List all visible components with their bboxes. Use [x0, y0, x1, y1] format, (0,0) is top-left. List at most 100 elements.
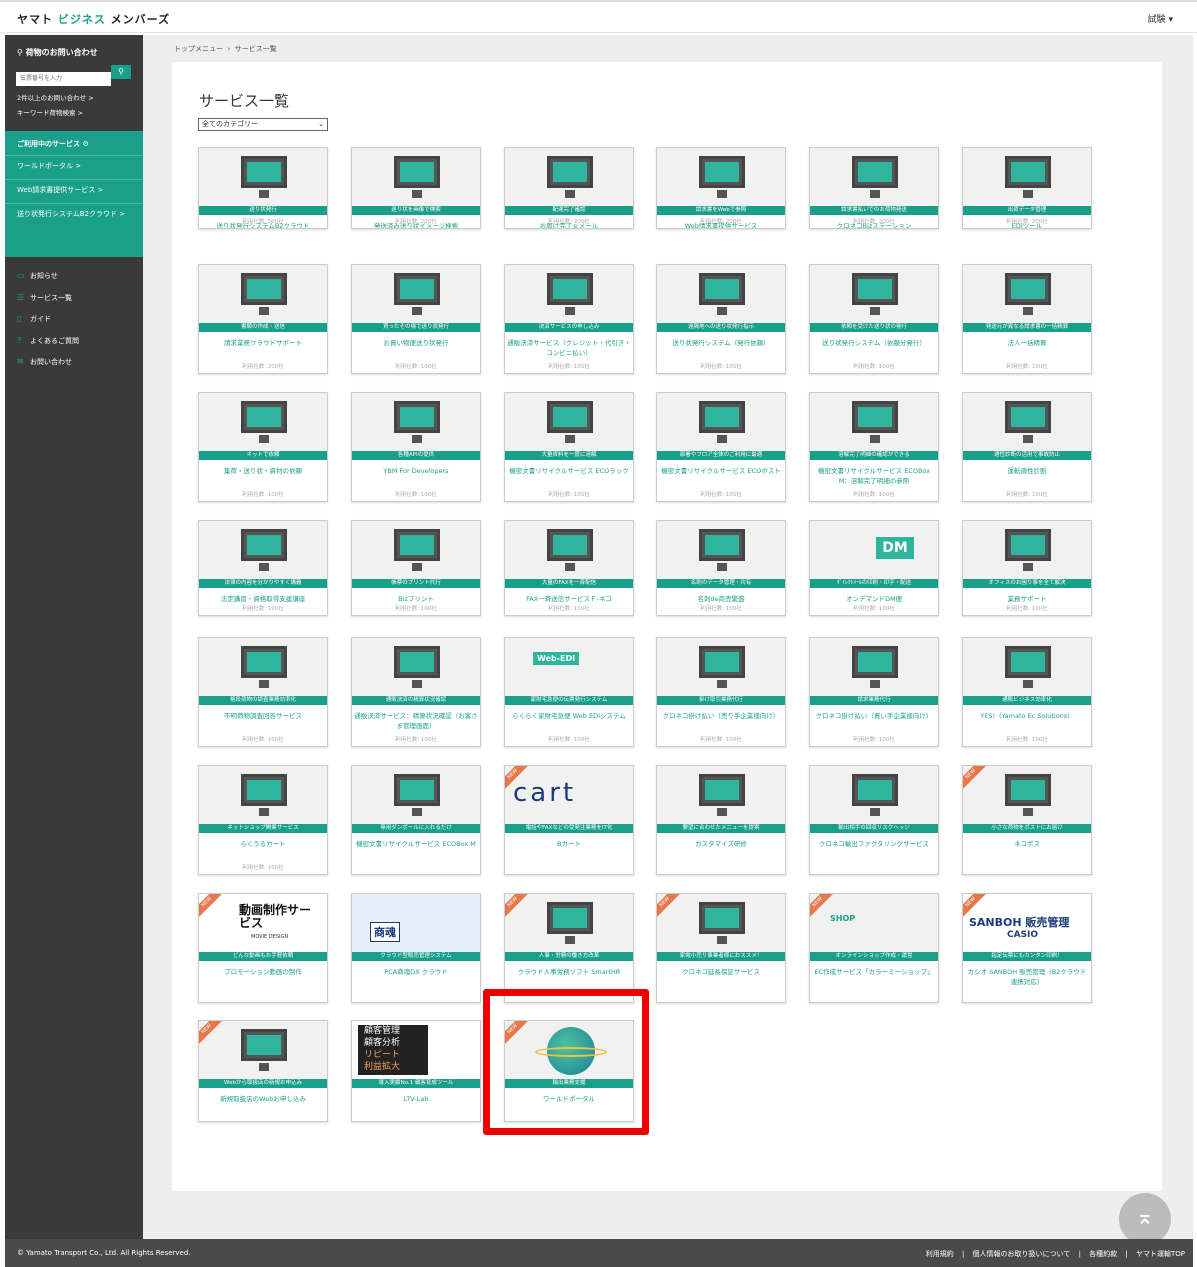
service-card[interactable]: 請求書払いでのお荷物発送 クロネコBizステーション 利用社数: 200社: [809, 147, 939, 229]
site-logo[interactable]: ヤマト ビジネス メンバーズ: [17, 11, 170, 27]
service-card[interactable]: 動画制作サービス MOVIE DESIGN NEW どんな動画もお手軽依頼 プロモーショ…: [198, 893, 328, 1003]
service-card[interactable]: 帳票のプリント代行 Bizプリント 利用社数: 100社: [351, 520, 481, 616]
logo-members: メンバーズ: [105, 13, 171, 26]
service-card-image: [199, 521, 327, 579]
service-card[interactable]: 法律の内容を分かりやすく講義 法定講習・資格取得支援講座 利用社数: 100社: [198, 520, 328, 616]
service-card[interactable]: SHOP NEW オンラインショップ作成・運営 EC作成サービス「カラーミーショップ」: [809, 893, 939, 1003]
nav-guide[interactable]: ▯ ガイド: [17, 314, 51, 324]
logo-business: ビジネス: [57, 13, 106, 26]
footer-links: 利用規約 | 個人情報のお取り扱いについて | 各種約款 | ヤマト運輸TOP: [925, 1250, 1185, 1258]
service-card-category: 小さな荷物をポストにお届け: [963, 824, 1091, 833]
service-link-web-invoice[interactable]: Web請求書提供サービス >: [17, 185, 135, 196]
service-card[interactable]: 顧客管理 顧客分析 リピート 利益拡大 導入実績No.1 顧客育成ツール LTV-Lab: [351, 1020, 481, 1122]
tracking-number-input[interactable]: [16, 71, 111, 86]
service-card[interactable]: オフィスのお困り事を全て解決 業務サポート 利用社数: 100社: [962, 520, 1092, 616]
service-card[interactable]: ネットで依頼 集荷・送り状・資材の依頼 利用社数: 100社: [198, 392, 328, 502]
service-card-name: クロネコ延長保証サービス: [682, 968, 760, 976]
service-card-category: 溶解完了明細の確認ができる: [810, 451, 938, 460]
service-card-image: [963, 265, 1091, 323]
service-card[interactable]: 専用ダンボールに入れるだけ 機密文書リサイクルサービス ECOBox M: [351, 765, 481, 875]
service-card-usage-count: 利用社数: 200社: [242, 364, 284, 370]
service-card[interactable]: 送り状を画像で検索 発送済み送り状イメージ検索 利用社数: 200社: [351, 147, 481, 229]
service-card-image: [199, 393, 327, 451]
service-card-name: FAX一斉送信サービスＦ-ネコ: [526, 595, 612, 603]
service-card-category: 発送元が異なる請求書の一括精算: [963, 323, 1091, 332]
nav-news[interactable]: ▭ お知らせ: [17, 271, 58, 281]
service-card[interactable]: NEW 家電小売り事業者様におススメ！ クロネコ延長保証サービス: [656, 893, 786, 1003]
service-card[interactable]: 請求業務代行 クロネコ掛け払い（買い手企業様向け） 利用社数: 100社: [809, 637, 939, 747]
service-card[interactable]: 輸出相手の回収リスクヘッジ クロネコ輸出ファクタリングサービス: [809, 765, 939, 875]
footer-link-privacy[interactable]: 個人情報のお取り扱いについて: [973, 1250, 1071, 1258]
footer-link-yamato-top[interactable]: ヤマト運輸TOP: [1136, 1250, 1185, 1258]
service-card-image: [810, 148, 938, 206]
service-card[interactable]: 適性診断の活用で事故防止 運転適性診断 利用社数: 100社: [962, 392, 1092, 502]
service-card-usage-count: 利用社数: 200社: [548, 219, 590, 225]
service-card[interactable]: Web-EDI 家財宅急便の伝票発行システム らくらく家財宅急便 Web EDIシス…: [504, 637, 634, 747]
service-card[interactable]: 要望に合わせたメニューを提案 カスタマイズ研修: [656, 765, 786, 875]
scroll-to-top-button[interactable]: ⌅: [1119, 1193, 1171, 1245]
service-card-usage-count: 利用社数: 100社: [1006, 606, 1048, 612]
service-card-usage-count: 利用社数: 100社: [242, 492, 284, 498]
service-card[interactable]: 請求書をWebで参照 Web請求書提供サービス 利用社数: 200社: [656, 147, 786, 229]
service-card[interactable]: DM ﾀﾞｲﾚｸﾄﾒｰﾙの印刷・印字・配送 オンデマンドDM便 利用社数: 100社: [809, 520, 939, 616]
service-card[interactable]: 掛け取引業務代行 クロネコ掛け払い（売り手企業様向け） 利用社数: 100社: [656, 637, 786, 747]
service-card-usage-count: 利用社数: 200社: [853, 219, 895, 225]
service-card[interactable]: 出荷データ管理 EDIツール 利用社数: 200社: [962, 147, 1092, 229]
service-card[interactable]: 遠隔地への送り状発行指示 送り状発行システム（発行依頼） 利用社数: 100社: [656, 264, 786, 374]
service-card[interactable]: SANBOH 販売管理 CASIO NEW 指定伝票にもカンタン印刷！ カシオ SANB…: [962, 893, 1092, 1003]
service-card[interactable]: 配達完了確認 お届け完了ｅメール 利用社数: 200社: [504, 147, 634, 229]
footer-link-agreements[interactable]: 各種約款: [1089, 1250, 1117, 1258]
service-card[interactable]: 部署やフロア全体のご利用に最適 機密文書リサイクルサービス ECOボスト 利用社数:…: [656, 392, 786, 502]
service-card[interactable]: 溶解完了明細の確認ができる 機密文書リサイクルサービス ECOBox M：溶解完了…: [809, 392, 939, 502]
service-link-world-portal[interactable]: ワールドポータル >: [17, 161, 135, 172]
arrow-up-icon: ⌅: [1135, 1205, 1155, 1230]
service-card[interactable]: 決済サービスの申し込み 通販決済サービス（クレジット・代引き・コンビニ払い） 利用社…: [504, 264, 634, 374]
service-card[interactable]: ネットショップ開業サービス らくうるカート 利用社数: 100社: [198, 765, 328, 875]
service-card[interactable]: 発送元が異なる請求書の一括精算 法人一括精算 利用社数: 100社: [962, 264, 1092, 374]
service-card[interactable]: NEW 人事・労務の働き方改革 クラウド人事労務ソフト SmartHR: [504, 893, 634, 1003]
nav-service-list[interactable]: ☰ サービス一覧: [17, 293, 72, 303]
tracking-search-button[interactable]: ⚲: [111, 65, 131, 79]
divider: [5, 203, 143, 204]
keyword-search-link[interactable]: キーワード荷物検索 >: [17, 107, 83, 117]
service-card[interactable]: 書類の作成・送信 請求業務クラウドサポート 利用社数: 200社: [198, 264, 328, 374]
category-select[interactable]: 全てのカテゴリー ⌄: [198, 118, 328, 131]
breadcrumb-home[interactable]: トップメニュー: [174, 45, 223, 53]
service-card[interactable]: cart NEW 電話やFAXなどの受発注業務をIT化 Bカート: [504, 765, 634, 875]
service-card-name: 法定講習・資格取得支援講座: [220, 595, 306, 603]
nav-contact[interactable]: ✉ お問い合わせ: [17, 357, 72, 367]
service-card[interactable]: 通販ビジネス効率化 YES!（Yamato Ec Solutions） 利用社数: …: [962, 637, 1092, 747]
service-card-category: Webから取扱店の新規お申込み: [199, 1079, 327, 1088]
service-card[interactable]: 大量資料を一度に溶解 機密文書リサイクルサービス ECOラック 利用社数: 100社: [504, 392, 634, 502]
service-card[interactable]: 買ったその場で送り状発行 お買い物便送り状発行 利用社数: 100社: [351, 264, 481, 374]
service-card[interactable]: NEW Webから取扱店の新規お申込み 新規取扱店のWebお申し込み: [198, 1020, 328, 1122]
multi-inquiry-link[interactable]: 2件以上のお問い合わせ >: [17, 92, 94, 102]
service-link-b2-cloud[interactable]: 送り状発行システムB2クラウド >: [17, 209, 135, 220]
sidebar: ⚲ 荷物のお問い合わせ ⚲ 2件以上のお問い合わせ > キーワード荷物検索 > …: [5, 35, 143, 1239]
service-card-usage-count: 利用社数: 100社: [395, 737, 437, 743]
service-card-name: お買い物便送り状発行: [383, 339, 449, 347]
service-card-image: Web-EDI: [505, 638, 633, 696]
service-card-usage-count: 利用社数: 100社: [700, 364, 742, 370]
service-card[interactable]: 各種APIの提供 YBM For Developers 利用社数: 100社: [351, 392, 481, 502]
gear-icon[interactable]: ⚙: [82, 140, 88, 148]
service-card[interactable]: 通販決済の精算状況確認 通販決済サービス：精算状況確認（お客さま管理画面） 利用社数…: [351, 637, 481, 747]
service-card-category: 導入実績No.1 顧客育成ツール: [352, 1079, 480, 1088]
service-card-image: [810, 393, 938, 451]
service-card-name: 機密文書リサイクルサービス ECOボスト: [661, 467, 781, 475]
chevron-down-icon: ⌄: [318, 120, 324, 128]
service-card-category: 家財宅急便の伝票発行システム: [505, 696, 633, 705]
footer-link-terms[interactable]: 利用規約: [926, 1250, 954, 1258]
user-menu[interactable]: 試験 ▾: [1148, 12, 1173, 25]
service-card[interactable]: 依頼を受けた送り状の発行 送り状発行システム（依頼分発行） 利用社数: 100社: [809, 264, 939, 374]
service-card[interactable]: 名刺のデータ管理・共有 名刺de商売繁盛 利用社数: 100社: [656, 520, 786, 616]
service-card[interactable]: 格段荷物の調査業務効率化 不明荷物調査回答サービス 利用社数: 100社: [198, 637, 328, 747]
nav-faq[interactable]: ? よくあるご質問: [17, 336, 79, 346]
service-card-category: ネットで依頼: [199, 451, 327, 460]
service-card[interactable]: 商魂 クラウド型販売管理システム PCA商魂DX クラウド: [351, 893, 481, 1003]
service-card[interactable]: 大量のFAXを一斉配信 FAX一斉送信サービスＦ-ネコ 利用社数: 100社: [504, 520, 634, 616]
service-card[interactable]: 送り状発行 送り状発行システムB2クラウド 利用社数: 500社: [198, 147, 328, 229]
service-card-category: オフィスのお困り事を全て解決: [963, 579, 1091, 588]
service-card[interactable]: NEW 小さな荷物をポストにお届け ネコポス: [962, 765, 1092, 875]
service-card-image: cart: [505, 766, 633, 824]
